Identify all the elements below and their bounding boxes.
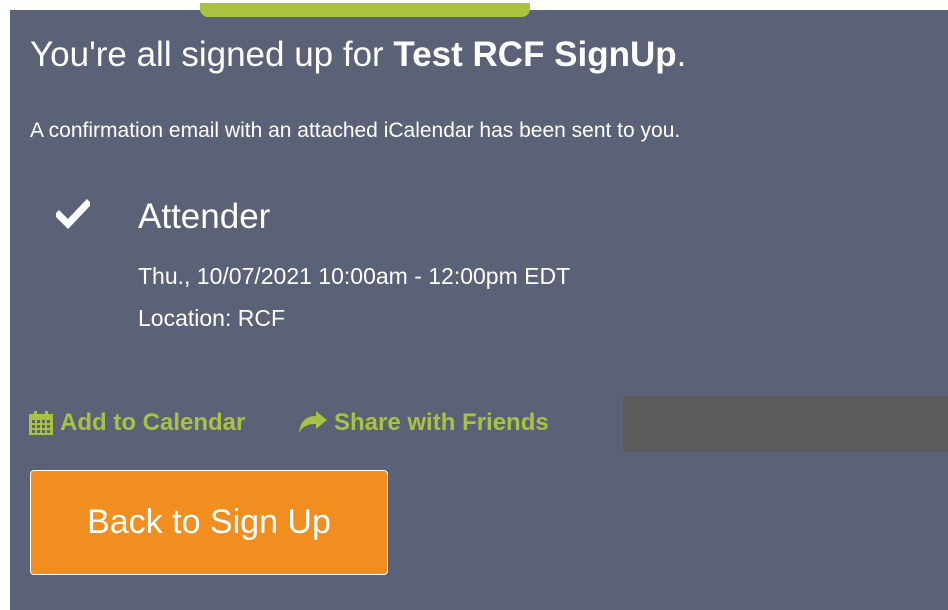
slot-datetime: Thu., 10/07/2021 10:00am - 12:00pm EDT [138,263,571,289]
embedded-widget-placeholder [623,396,948,452]
title-suffix: . [676,35,687,74]
slot-role: Attender [138,197,271,236]
page-title: You're all signed up for Test RCF SignUp… [30,34,686,76]
back-to-sign-up-button[interactable]: Back to Sign Up [30,470,388,575]
share-with-friends-label: Share with Friends [334,409,549,436]
slot-location: Location: RCF [138,305,286,331]
share-with-friends-link[interactable]: Share with Friends [298,408,549,438]
share-arrow-icon [299,411,327,433]
event-name: Test RCF SignUp [393,35,677,74]
title-prefix: You're all signed up for [30,35,394,74]
confirmation-panel: You're all signed up for Test RCF SignUp… [10,3,948,610]
header-banner-remnant [200,3,530,17]
add-to-calendar-label: Add to Calendar [60,409,246,436]
confirmation-message: A confirmation email with an attached iC… [30,119,681,142]
checkmark-icon [56,199,90,230]
add-to-calendar-link[interactable]: Add to Calendar [28,408,245,438]
calendar-icon [29,411,53,435]
